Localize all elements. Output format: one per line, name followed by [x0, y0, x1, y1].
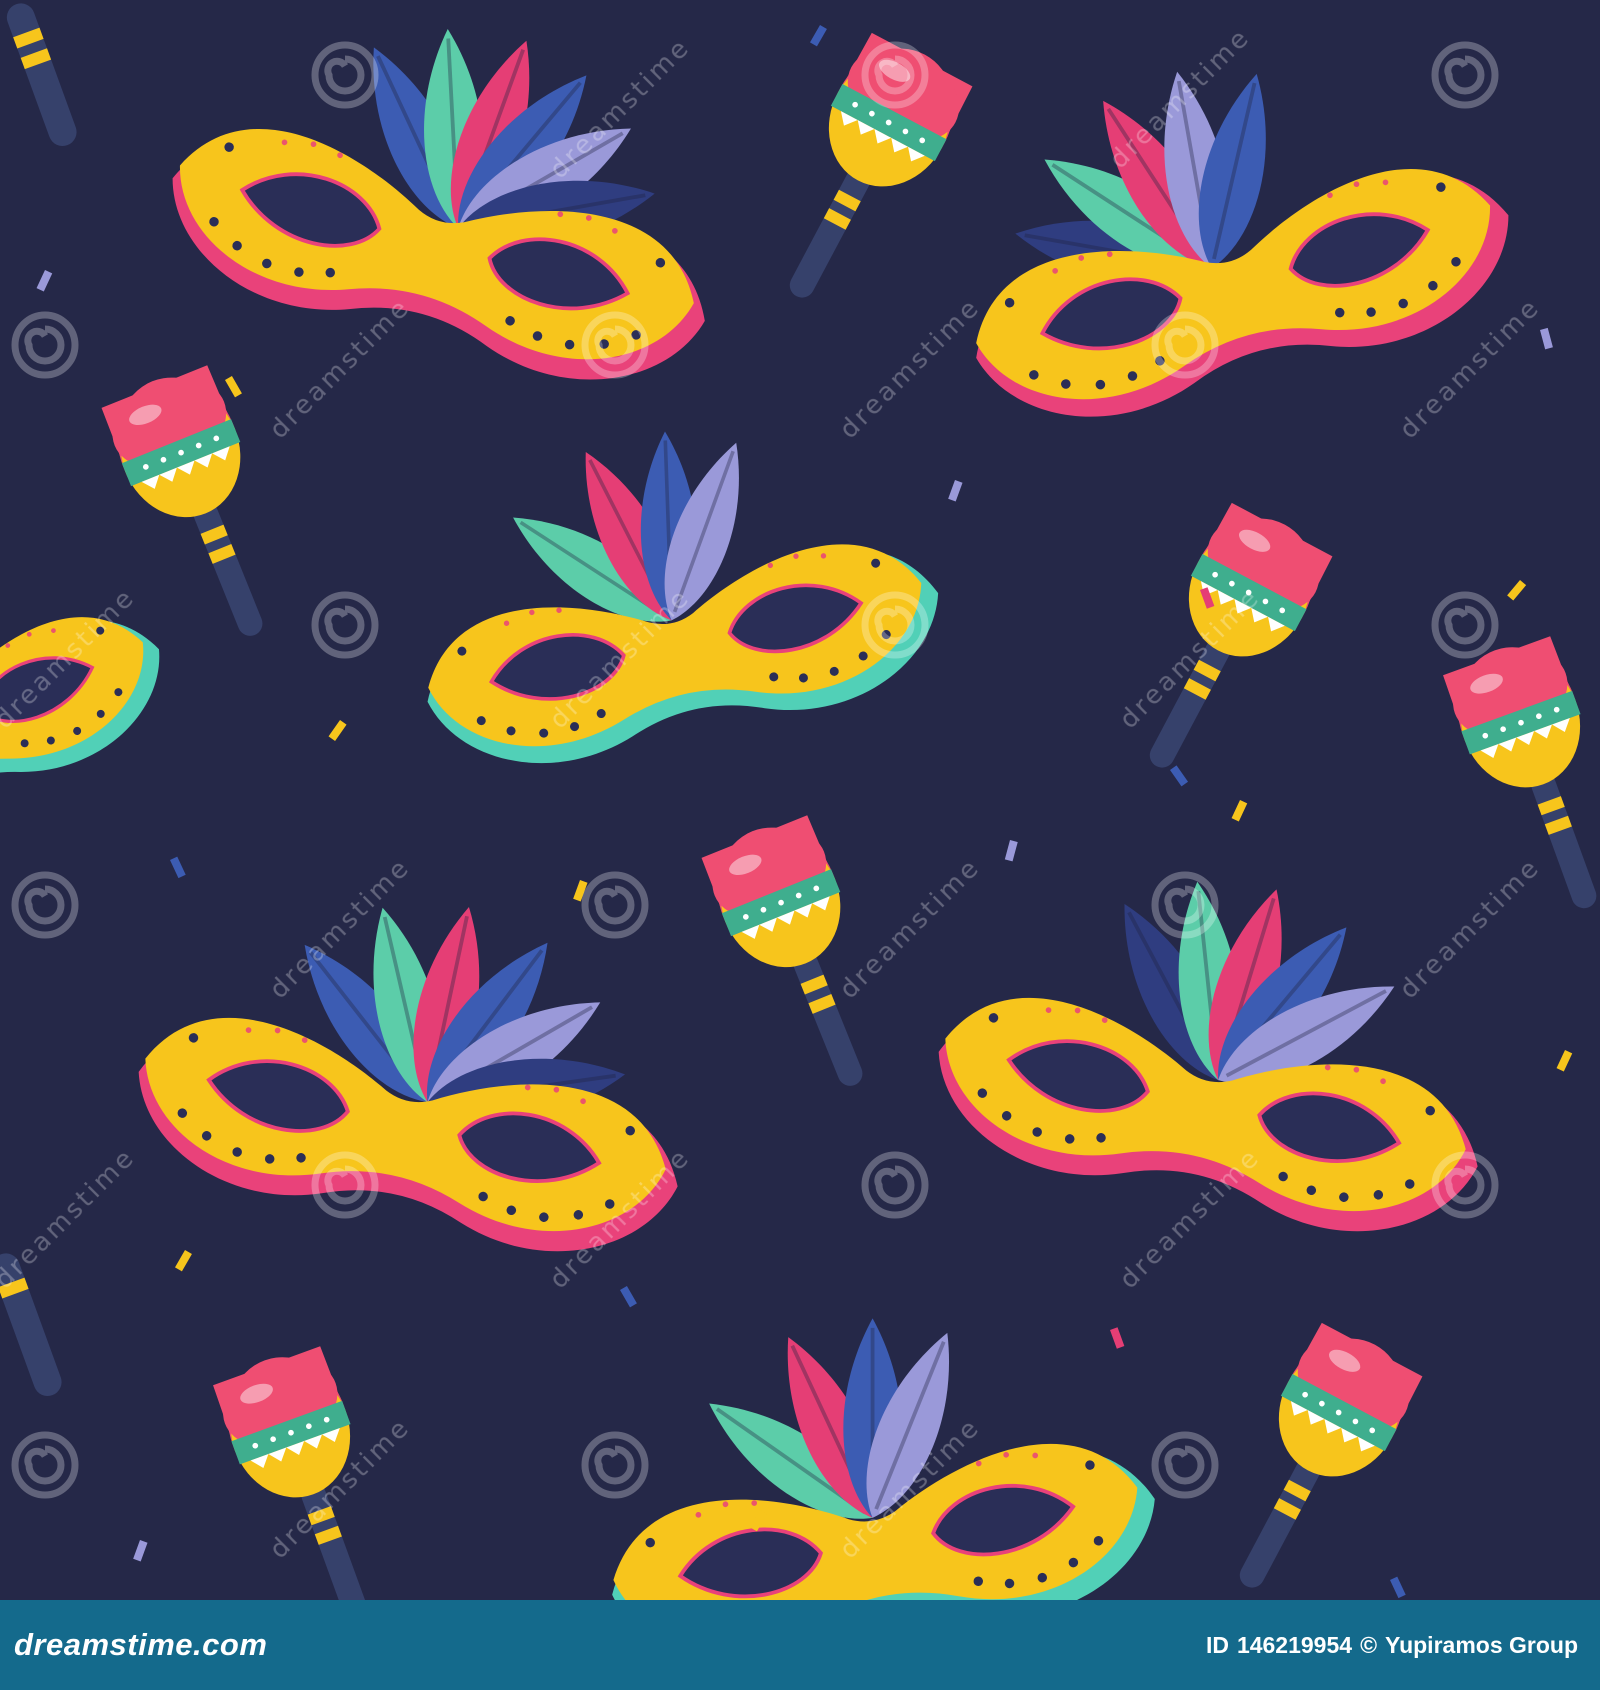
image-canvas: dreamstime dreamstime dreamstime dreamst… — [0, 0, 1600, 1690]
id-label: ID — [1205, 1631, 1229, 1658]
brand-name: dreamstime.com — [14, 1627, 268, 1662]
author-name: Yupiramos Group — [1385, 1631, 1578, 1658]
carnival-pattern-artwork: dreamstime dreamstime dreamstime dreamst… — [0, 0, 1600, 1600]
copyright-symbol: © — [1360, 1631, 1378, 1658]
image-credit: ID 146219954 © Yupiramos Group — [1206, 1632, 1578, 1659]
stock-footer-bar: dreamstime.com ID 146219954 © Yupiramos … — [0, 1600, 1600, 1690]
image-id: 146219954 — [1236, 1631, 1353, 1658]
